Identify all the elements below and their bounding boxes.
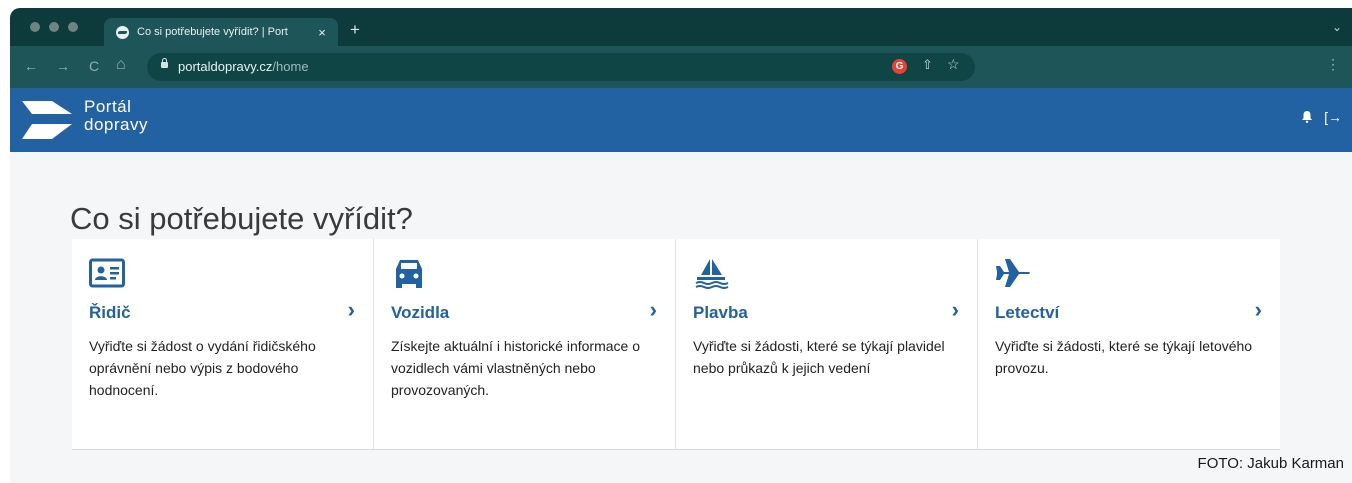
new-tab-button[interactable]: +	[350, 20, 360, 40]
logo-line-2: dopravy	[84, 115, 148, 134]
share-icon[interactable]: ⇧	[922, 57, 933, 73]
notifications-bell-icon[interactable]	[1302, 111, 1312, 123]
sailboat-icon	[695, 259, 729, 289]
back-button[interactable]: ←	[24, 58, 38, 74]
card-ridic[interactable]: Řidič › Vyřiďte si žádost o vydání řidič…	[72, 239, 374, 449]
url-host: portaldopravy.cz	[178, 59, 273, 74]
logout-icon[interactable]: [→	[1324, 109, 1342, 125]
page-title: Co si potřebujete vyřídit?	[70, 201, 413, 236]
tab-close-button[interactable]: ×	[312, 25, 332, 40]
card-description: Vyřiďte si žádosti, které se týkají plav…	[693, 338, 945, 376]
tab-bar: Co si potřebujete vyřídit? | Port × + ⌄	[10, 8, 1352, 46]
photo-credit: FOTO: Jakub Karman	[1197, 455, 1344, 472]
home-button[interactable]: ⌂	[116, 56, 126, 74]
browser-menu-icon[interactable]: ⋮	[1326, 56, 1340, 73]
url-text: portaldopravy.cz/home	[178, 59, 309, 74]
address-bar: ← → C ⌂ portaldopravy.cz/home G ⇧ ☆ ⋮	[10, 46, 1352, 88]
lock-icon	[161, 58, 168, 68]
bookmark-star-icon[interactable]: ☆	[947, 56, 960, 73]
cards-divider	[72, 449, 1280, 450]
site-header: Portál dopravy [→	[10, 88, 1352, 152]
chevron-right-icon: ›	[951, 297, 959, 322]
card-vozidla[interactable]: Vozidla › Získejte aktuální i historické…	[374, 239, 676, 449]
card-plavba[interactable]: Plavba › Vyřiďte si žádosti, které se tý…	[676, 239, 978, 449]
window-controls	[30, 22, 78, 32]
tab-title: Co si potřebujete vyřídit? | Port	[137, 26, 288, 38]
card-title: Plavba	[693, 303, 748, 322]
card-title: Vozidla	[391, 303, 450, 322]
minimize-window-button[interactable]	[49, 22, 59, 32]
service-cards: Řidič › Vyřiďte si žádost o vydání řidič…	[72, 239, 1280, 449]
car-icon	[396, 260, 422, 288]
google-icon[interactable]: G	[892, 59, 907, 74]
card-title: Letectví	[995, 303, 1060, 322]
reload-button[interactable]: C	[89, 58, 99, 74]
site-logo-text[interactable]: Portál dopravy	[84, 98, 148, 134]
card-description: Vyřiďte si žádost o vydání řidičského op…	[89, 338, 316, 398]
tab-list-chevron-icon[interactable]: ⌄	[1332, 20, 1342, 34]
browser-window: Co si potřebujete vyřídit? | Port × + ⌄ …	[10, 8, 1352, 483]
forward-button[interactable]: →	[56, 58, 70, 74]
close-window-button[interactable]	[30, 22, 40, 32]
url-field[interactable]: portaldopravy.cz/home G ⇧ ☆	[147, 53, 975, 81]
card-letectvi[interactable]: Letectví › Vyřiďte si žádosti, které se …	[978, 239, 1280, 449]
airplane-icon	[996, 259, 1030, 287]
logo-line-1: Portál	[84, 97, 132, 116]
id-card-icon	[89, 258, 125, 288]
portal-logo-icon[interactable]	[22, 101, 72, 139]
url-path: /home	[272, 59, 309, 74]
chevron-right-icon: ›	[347, 297, 355, 322]
card-title: Řidič	[89, 303, 131, 322]
browser-tab[interactable]: Co si potřebujete vyřídit? | Port ×	[104, 18, 338, 46]
site-favicon-icon	[116, 25, 129, 39]
card-description: Vyřiďte si žádosti, které se týkají leto…	[995, 338, 1253, 376]
chevron-right-icon: ›	[649, 297, 657, 322]
zoom-window-button[interactable]	[68, 22, 78, 32]
card-description: Získejte aktuální i historické informace…	[391, 338, 640, 398]
chevron-right-icon: ›	[1254, 297, 1262, 322]
